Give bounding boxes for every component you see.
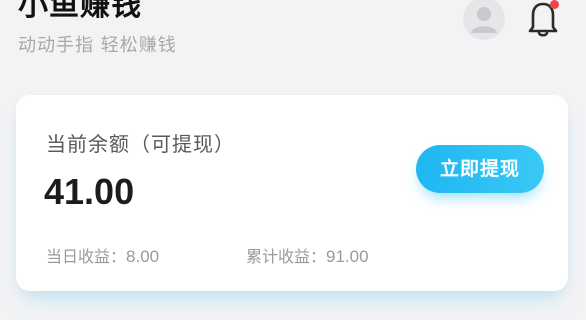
- today-earnings: 当日收益：8.00: [46, 244, 159, 270]
- total-earnings-value: 91.00: [326, 247, 369, 266]
- withdraw-button[interactable]: 立即提现: [416, 145, 544, 193]
- today-earnings-value: 8.00: [126, 247, 160, 266]
- today-earnings-label: 当日收益：: [46, 247, 127, 266]
- balance-amount: 41.00: [44, 171, 135, 212]
- balance-card: 当前余额（可提现） 41.00 立即提现 当日收益：8.00 累计收益：91.0…: [16, 95, 568, 291]
- balance-label: 当前余额（可提现）: [46, 132, 235, 156]
- user-avatar-icon: [463, 0, 505, 40]
- notification-badge: [550, 0, 559, 9]
- app-title: 小鱼赚钱: [18, 0, 142, 23]
- total-earnings-label: 累计收益：: [246, 247, 327, 266]
- total-earnings: 累计收益：91.00: [246, 244, 369, 270]
- app-subtitle: 动动手指 轻松赚钱: [18, 35, 177, 56]
- notification-button[interactable]: [526, 0, 560, 38]
- avatar-button[interactable]: [463, 0, 505, 40]
